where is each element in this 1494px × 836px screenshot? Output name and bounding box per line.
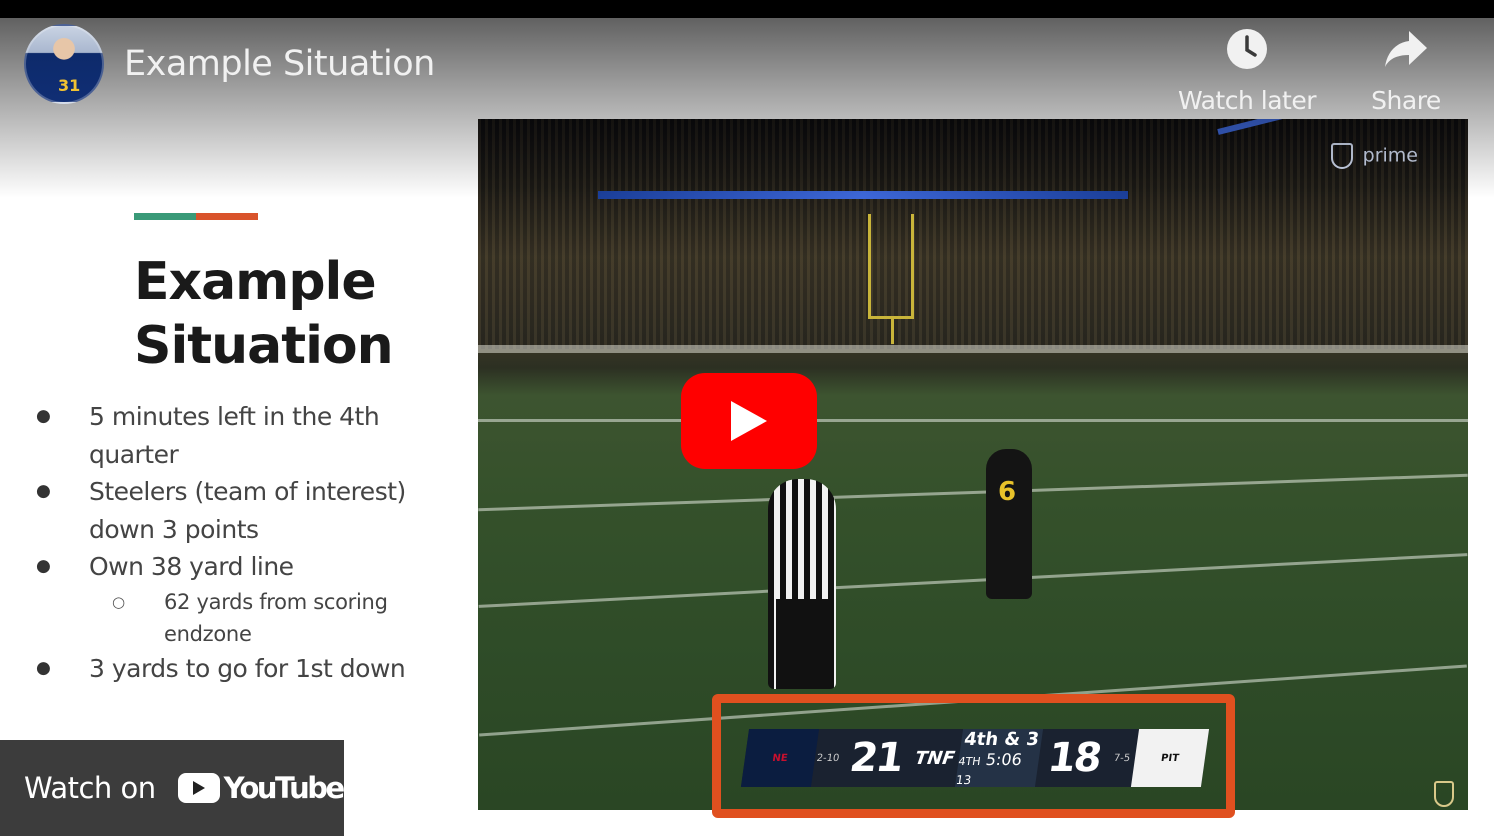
broadcast-brand: prime	[1330, 143, 1418, 169]
field-sideline	[478, 345, 1468, 353]
yard-line	[478, 473, 1468, 512]
slide-bullet-list: 5 minutes left in the 4th quarter Steele…	[30, 398, 450, 687]
watch-later-button[interactable]: Watch later	[1172, 26, 1322, 115]
share-arrow-icon	[1331, 26, 1481, 72]
yard-line	[478, 419, 1468, 422]
home-record: 7-5	[1113, 752, 1131, 764]
game-situation: 4th & 3 4TH 5:06 13	[954, 728, 1044, 788]
steelers-logo-icon: PIT	[1130, 729, 1210, 787]
referee	[768, 479, 836, 689]
network-label: TNF	[913, 747, 957, 769]
share-label: Share	[1371, 86, 1441, 115]
quarter: 4TH	[957, 754, 982, 768]
away-score: 21	[846, 735, 906, 781]
play-button[interactable]	[681, 373, 817, 469]
play-clock: 13	[954, 772, 973, 787]
game-clock: 5:06	[984, 749, 1024, 769]
clock-icon	[1172, 26, 1322, 72]
watch-on-youtube-button[interactable]: Watch on YouTube	[0, 740, 346, 836]
youtube-wordmark: YouTube	[223, 771, 346, 805]
stadium-stands	[478, 119, 1468, 349]
down-distance: 4th & 3	[962, 728, 1041, 750]
youtube-play-icon	[177, 773, 220, 803]
bullet-item: Own 38 yard line	[30, 548, 450, 586]
channel-avatar[interactable]: 31	[24, 24, 104, 104]
nfl-watermark-icon	[1434, 781, 1454, 807]
bullet-item: 3 yards to go for 1st down	[30, 650, 450, 688]
accent-orange	[196, 213, 258, 220]
bullet-item: Steelers (team of interest) down 3 point…	[30, 473, 450, 548]
patriots-logo-icon: NE	[740, 729, 820, 787]
clock-row: 4TH 5:06 13	[955, 750, 1040, 788]
watch-on-label: Watch on	[24, 771, 156, 805]
play-icon	[731, 401, 767, 441]
kicker-player	[986, 449, 1032, 599]
top-strip	[0, 0, 1494, 18]
yard-line	[478, 553, 1468, 608]
ribbon-board	[598, 191, 1128, 199]
bullet-item: 5 minutes left in the 4th quarter	[30, 398, 450, 473]
video-title[interactable]: Example Situation	[124, 44, 435, 84]
watch-later-label: Watch later	[1177, 86, 1317, 115]
away-record: 2-10	[815, 752, 841, 764]
scorebug: NE 2-10 21 TNF 4th & 3 4TH 5:06 13 18 7-…	[740, 728, 1210, 788]
accent-green	[134, 213, 196, 220]
youtube-logo: YouTube	[177, 771, 346, 805]
slide-accent-bar	[134, 213, 258, 220]
nfl-shield-icon	[1330, 143, 1353, 169]
sub-bullet-item: 62 yards from scoring endzone	[30, 586, 450, 650]
slide-title: Example Situation	[134, 252, 394, 376]
share-button[interactable]: Share	[1331, 26, 1481, 115]
home-score: 18	[1044, 735, 1104, 781]
goalpost	[868, 214, 914, 344]
